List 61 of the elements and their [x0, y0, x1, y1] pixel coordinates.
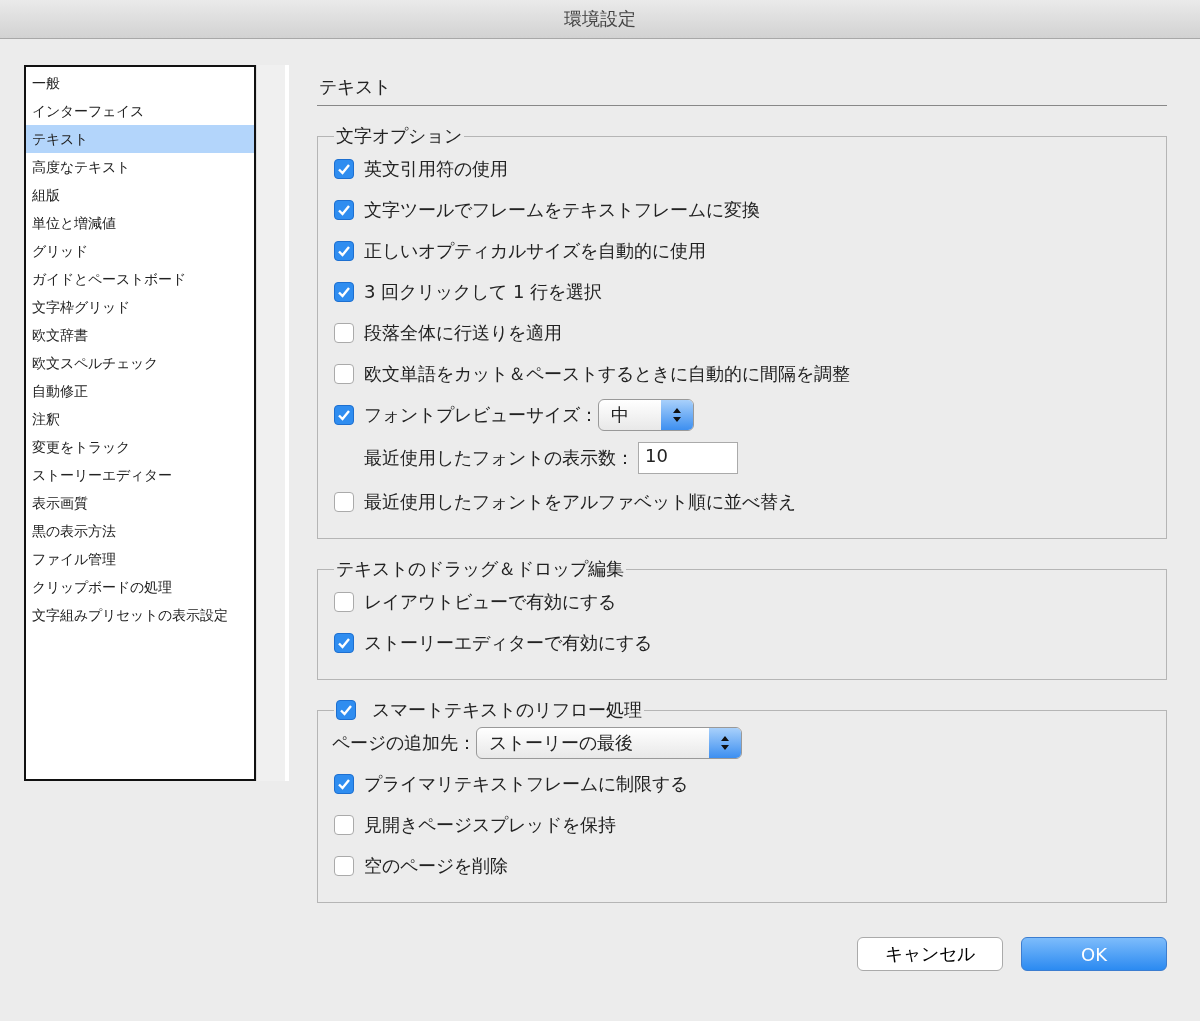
- checkbox[interactable]: [334, 632, 354, 653]
- sidebar-item[interactable]: 文字枠グリッド: [26, 293, 254, 321]
- sidebar-item[interactable]: 注釈: [26, 405, 254, 433]
- sidebar-item[interactable]: 変更をトラック: [26, 433, 254, 461]
- checkbox-label: 見開きページスプレッドを保持: [364, 812, 616, 837]
- check-icon: [339, 703, 353, 717]
- field-label: 最近使用したフォントの表示数：: [364, 446, 634, 470]
- checkbox-label: 欧文単語をカット＆ペーストするときに自動的に間隔を調整: [364, 361, 850, 386]
- sidebar-item[interactable]: 黒の表示方法: [26, 517, 254, 545]
- checkbox-label: 正しいオプティカルサイズを自動的に使用: [364, 238, 706, 263]
- dropdown-label: ページの追加先：: [332, 730, 476, 755]
- checkbox-label: 空のページを削除: [364, 853, 508, 878]
- checkbox[interactable]: [334, 855, 354, 876]
- checkbox[interactable]: [334, 158, 354, 179]
- group-title: 文字オプション: [336, 124, 462, 148]
- checkbox[interactable]: [334, 404, 354, 425]
- sidebar-item[interactable]: 単位と増減値: [26, 209, 254, 237]
- sidebar-item[interactable]: 一般: [26, 69, 254, 97]
- sidebar-item[interactable]: 組版: [26, 181, 254, 209]
- stepper-arrows-icon: [672, 406, 682, 423]
- page-dropdown[interactable]: ストーリーの最後: [476, 726, 742, 759]
- sidebar-item[interactable]: 欧文辞書: [26, 321, 254, 349]
- sidebar-item[interactable]: ストーリーエディター: [26, 461, 254, 489]
- checkbox[interactable]: [334, 240, 354, 261]
- checkbox-label: 段落全体に行送りを適用: [364, 320, 562, 345]
- checkbox[interactable]: [334, 322, 354, 343]
- group-title: テキストのドラッグ＆ドロップ編集: [336, 557, 624, 581]
- checkbox[interactable]: [334, 773, 354, 794]
- size-dropdown[interactable]: 中: [598, 398, 694, 431]
- checkbox[interactable]: [334, 363, 354, 384]
- checkbox-label: フォントプレビューサイズ：: [364, 402, 598, 427]
- checkbox-label: 3 回クリックして 1 行を選択: [364, 279, 603, 304]
- sidebar-item[interactable]: ファイル管理: [26, 545, 254, 573]
- sidebar-item[interactable]: 文字組みプリセットの表示設定: [26, 601, 254, 629]
- sidebar-item[interactable]: テキスト: [26, 125, 254, 153]
- sidebar-item[interactable]: グリッド: [26, 237, 254, 265]
- group-title: スマートテキストのリフロー処理: [372, 698, 642, 722]
- sidebar-item[interactable]: 表示画質: [26, 489, 254, 517]
- checkbox-label: ストーリーエディターで有効にする: [364, 630, 652, 655]
- section-title: テキスト: [317, 69, 1167, 106]
- window-title: 環境設定: [564, 7, 636, 31]
- checkbox-label: レイアウトビューで有効にする: [364, 589, 616, 614]
- checkbox[interactable]: [334, 199, 354, 220]
- sidebar-item[interactable]: ガイドとペーストボード: [26, 265, 254, 293]
- checkbox-label: 最近使用したフォントをアルファベット順に並べ替え: [364, 489, 796, 514]
- sidebar-item[interactable]: インターフェイス: [26, 97, 254, 125]
- checkbox[interactable]: [336, 700, 356, 720]
- stepper-arrows-icon: [720, 734, 730, 751]
- checkbox-label: 英文引用符の使用: [364, 156, 508, 181]
- checkbox[interactable]: [334, 591, 354, 612]
- sidebar-item[interactable]: クリップボードの処理: [26, 573, 254, 601]
- checkbox[interactable]: [334, 491, 354, 512]
- cancel-button[interactable]: キャンセル: [857, 937, 1003, 971]
- checkbox-label: プライマリテキストフレームに制限する: [364, 771, 688, 796]
- checkbox-label: 文字ツールでフレームをテキストフレームに変換: [364, 197, 760, 222]
- checkbox[interactable]: [334, 814, 354, 835]
- sidebar-item[interactable]: 高度なテキスト: [26, 153, 254, 181]
- number-field[interactable]: 10: [638, 442, 738, 474]
- sidebar-item[interactable]: 自動修正: [26, 377, 254, 405]
- sidebar-item[interactable]: 欧文スペルチェック: [26, 349, 254, 377]
- checkbox[interactable]: [334, 281, 354, 302]
